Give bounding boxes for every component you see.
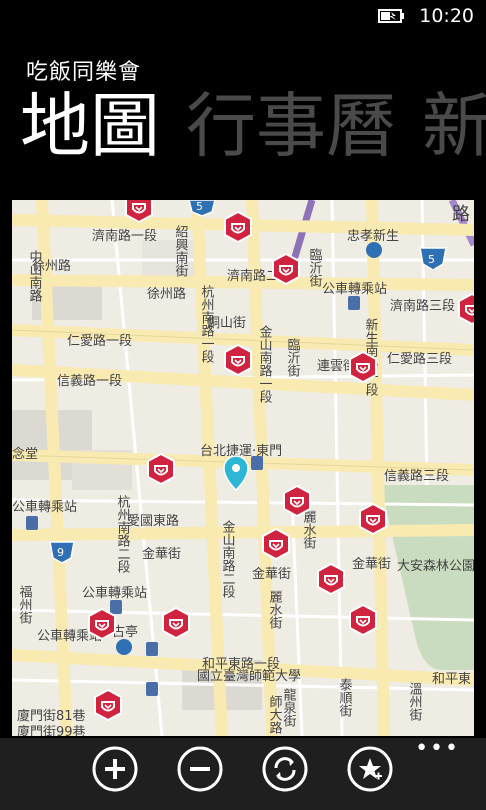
restaurant-pin[interactable] <box>283 485 311 517</box>
restaurant-pin[interactable] <box>262 528 290 560</box>
restaurant-pin[interactable] <box>349 604 377 636</box>
map-label: 臨沂街 <box>307 248 323 287</box>
restaurant-pin[interactable] <box>162 607 190 639</box>
map-label: 杭州南路二段 <box>115 495 131 573</box>
map-label: 公車轉乘站 <box>12 500 77 515</box>
zoom-in-button[interactable] <box>92 746 138 792</box>
bus-stop-icon[interactable] <box>146 682 158 696</box>
status-bar: 10:20 <box>0 0 486 32</box>
map-canvas: 濟南路一段 濟南路二段 濟南路三段 徐州路 徐州路 仁愛路一段 仁愛路三段 信義… <box>12 200 474 736</box>
bus-stop-icon[interactable] <box>110 600 122 614</box>
map-label: 忠孝新生 <box>347 228 399 244</box>
favorites-icon <box>347 746 393 792</box>
restaurant-pin[interactable] <box>94 689 122 721</box>
map-label: 仁愛路一段 <box>67 333 132 349</box>
map-label: 紹興南街 <box>173 225 189 277</box>
svg-text:9: 9 <box>57 546 64 559</box>
mrt-station-icon[interactable] <box>116 639 132 655</box>
map-label: 廈門街99巷 <box>17 724 86 736</box>
bus-stop-icon[interactable] <box>348 296 360 310</box>
restaurant-pin[interactable] <box>272 253 300 285</box>
map-label: 愛國東路 <box>127 513 179 529</box>
pivot-item-map[interactable]: 地圖 <box>20 86 160 166</box>
map-label: 濟南路一段 <box>92 228 157 244</box>
zoom-out-button[interactable] <box>177 746 223 792</box>
bus-stop-icon[interactable] <box>146 642 158 656</box>
restaurant-pin[interactable] <box>224 211 252 243</box>
refresh-icon <box>262 746 308 792</box>
map-label: 麗水街 <box>301 510 317 549</box>
map-label: 信義路一段 <box>57 373 122 389</box>
restaurant-pin[interactable] <box>349 351 377 383</box>
map-view[interactable]: 濟南路一段 濟南路二段 濟南路三段 徐州路 徐州路 仁愛路一段 仁愛路三段 信義… <box>12 200 474 736</box>
map-label: 金山南路二段 <box>220 519 236 598</box>
restaurant-pin[interactable] <box>317 563 345 595</box>
map-label: 和平東 <box>432 671 471 687</box>
map-label: 大安森林公園 <box>397 559 474 574</box>
zoom-out-icon <box>177 746 223 792</box>
map-label: 路 <box>452 204 470 225</box>
map-label: 福州街 <box>17 585 33 624</box>
bus-stop-icon[interactable] <box>26 516 38 530</box>
restaurant-pin[interactable] <box>359 503 387 535</box>
map-label: 金華街 <box>252 566 291 582</box>
map-label: 麗水街 <box>267 590 283 629</box>
map-label: 廈門街81巷 <box>17 708 86 724</box>
battery-charging-icon <box>378 9 404 23</box>
map-label: 仁愛路三段 <box>387 351 452 367</box>
svg-text:5: 5 <box>196 200 203 213</box>
app-bar: ••• <box>0 738 486 810</box>
map-label: 公車轉乘站 <box>82 586 147 601</box>
map-label: 公車轉乘站 <box>322 282 387 297</box>
zoom-in-icon <box>92 746 138 792</box>
map-label: 金華街 <box>352 556 391 572</box>
map-label: 念堂 <box>12 446 38 462</box>
mrt-exit-icon[interactable] <box>251 456 263 470</box>
map-label: 金華街 <box>142 546 181 562</box>
pivot-header: 地圖 行事曆新 <box>20 86 486 166</box>
map-label: 杭州南路一段 <box>199 285 215 363</box>
map-label: 徐州路 <box>147 286 186 302</box>
map-label: 龍泉街 <box>281 687 297 727</box>
map-label: 臨沂街 <box>285 338 301 377</box>
map-label: 濟南路三段 <box>390 298 455 314</box>
map-label: 國立臺灣師範大學 <box>197 669 301 684</box>
map-label: 金山南路一段 <box>257 324 273 403</box>
restaurant-pin[interactable] <box>224 344 252 376</box>
refresh-button[interactable] <box>262 746 308 792</box>
map-label: 信義路三段 <box>384 468 449 484</box>
favorites-button[interactable] <box>347 746 393 792</box>
restaurant-pin[interactable] <box>147 453 175 485</box>
map-label: 泰順街 <box>337 678 353 717</box>
map-label: 中山南路 <box>27 250 43 302</box>
map-label: 師大路 <box>267 695 283 734</box>
pivot-item-new[interactable]: 新 <box>422 86 486 166</box>
mrt-station-icon[interactable] <box>366 242 382 258</box>
more-options-button[interactable]: ••• <box>415 738 460 760</box>
restaurant-pin[interactable] <box>88 608 116 640</box>
pivot-item-calendar[interactable]: 行事曆 <box>186 86 396 166</box>
clock: 10:20 <box>419 5 474 27</box>
app-title: 吃飯同樂會 <box>26 60 142 85</box>
map-label: 溫州街 <box>407 682 423 721</box>
svg-text:5: 5 <box>428 253 435 266</box>
